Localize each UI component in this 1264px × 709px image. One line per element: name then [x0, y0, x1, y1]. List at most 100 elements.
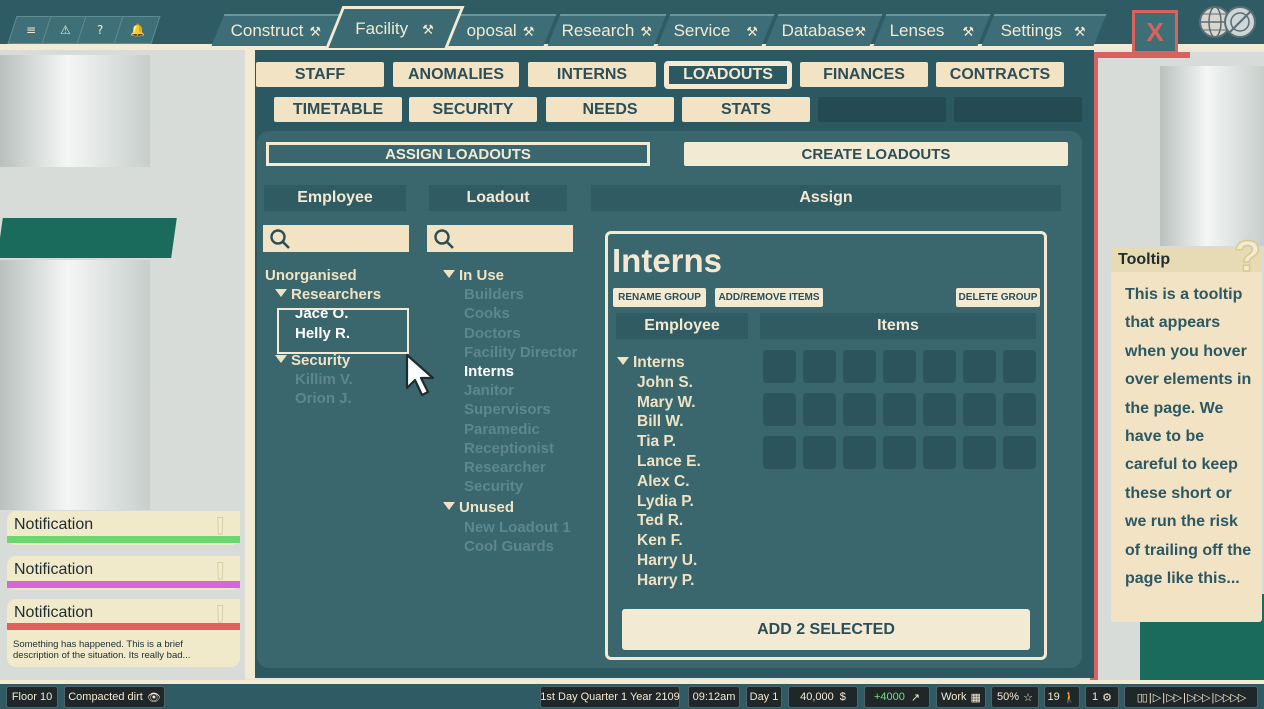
item-slot[interactable] [963, 350, 996, 383]
member-item[interactable]: Harry U. [637, 551, 701, 571]
notification-status-bar [7, 623, 240, 630]
notification-card-expanded[interactable]: Notification ! Something has happened. T… [7, 599, 240, 667]
tab-lenses[interactable]: Lenses ⚒ [873, 14, 991, 46]
item-slot[interactable] [883, 350, 916, 383]
delete-group-button[interactable]: DELETE GROUP [956, 288, 1040, 307]
subtab-anomalies[interactable]: ANOMALIES [393, 62, 519, 87]
loadout-item[interactable]: Cool Guards [464, 537, 577, 556]
member-item[interactable]: John S. [637, 373, 701, 393]
item-slot[interactable] [923, 350, 956, 383]
subtab-timetable[interactable]: TIMETABLE [274, 97, 402, 122]
loadout-group-unused[interactable]: Unused [443, 498, 577, 517]
subtab-loadouts[interactable]: LOADOUTS [664, 61, 792, 89]
warning-icon: ⚠ [59, 23, 71, 37]
subtab-interns[interactable]: INTERNS [528, 62, 656, 87]
rename-group-button[interactable]: RENAME GROUP [613, 288, 706, 307]
member-item[interactable]: Ken F. [637, 531, 701, 551]
loadout-group-in-use[interactable]: In Use [443, 266, 577, 285]
tab-facility-label: Facility [355, 18, 409, 38]
close-button[interactable]: X [1132, 10, 1178, 54]
item-slot[interactable] [803, 436, 836, 469]
tab-settings[interactable]: Settings ⚒ [981, 14, 1107, 46]
hammer-wrench-icon: ⚒ [640, 24, 652, 39]
item-slot[interactable] [883, 436, 916, 469]
loadout-item[interactable]: Supervisors [464, 400, 577, 419]
member-item[interactable]: Bill W. [637, 412, 701, 432]
activity-display[interactable]: Work ▦ [936, 686, 986, 708]
speed-controls[interactable]: ▯▯ | ▷ | ▷▷ | ▷▷▷ | ▷▷▷▷ [1124, 686, 1258, 708]
subtab-staff[interactable]: STAFF [256, 62, 384, 87]
member-item[interactable]: Harry P. [637, 571, 701, 591]
member-group-label: Interns [633, 354, 685, 371]
loadout-item[interactable]: Researcher [464, 458, 577, 477]
item-slot[interactable] [843, 350, 876, 383]
group-security-label: Security [291, 351, 351, 369]
item-slot[interactable] [763, 393, 796, 426]
assign-loadouts-button[interactable]: ASSIGN LOADOUTS [266, 142, 650, 166]
item-slot[interactable] [843, 393, 876, 426]
group-researchers[interactable]: Researchers [265, 285, 381, 304]
loadout-item[interactable]: New Loadout 1 [464, 518, 577, 537]
alert-count-value: 1 [1092, 691, 1099, 703]
loadout-item[interactable]: Receptionist [464, 439, 577, 458]
loadout-item-selected[interactable]: Interns [464, 362, 577, 381]
exclamation-icon: ! [214, 511, 226, 550]
item-slot[interactable] [843, 436, 876, 469]
loadout-item[interactable]: Paramedic [464, 420, 577, 439]
item-slot[interactable] [1003, 436, 1036, 469]
member-item[interactable]: Ted R. [637, 511, 701, 531]
date-display: 1st Day Quarter 1 Year 2109 [540, 686, 680, 708]
item-slot[interactable] [803, 350, 836, 383]
loadout-item[interactable]: Facility Director [464, 343, 577, 362]
item-slot[interactable] [1003, 393, 1036, 426]
notification-card[interactable]: Notification ! [7, 511, 240, 550]
loadout-item[interactable]: Doctors [464, 324, 577, 343]
tab-research[interactable]: Research ⚒ [547, 14, 667, 46]
tab-proposal[interactable]: oposal ⚒ [445, 14, 557, 46]
tab-construct[interactable]: Construct ⚒ [211, 14, 341, 46]
loadout-item[interactable]: Security [464, 477, 577, 496]
notification-card[interactable]: Notification ! [7, 556, 240, 595]
item-slot[interactable] [763, 350, 796, 383]
item-slot[interactable] [923, 436, 956, 469]
loadout-item[interactable]: Janitor [464, 381, 577, 400]
member-item[interactable]: Mary W. [637, 393, 701, 413]
subtab-stats[interactable]: STATS [682, 97, 810, 122]
tab-service[interactable]: Service ⚒ [657, 14, 775, 46]
employee-search-input[interactable] [263, 225, 409, 252]
item-slot[interactable] [763, 436, 796, 469]
globe-compass-icon[interactable] [1198, 4, 1256, 40]
add-remove-items-button[interactable]: ADD/REMOVE ITEMS [715, 288, 823, 307]
subtab-security[interactable]: SECURITY [409, 97, 537, 122]
member-item[interactable]: Alex C. [637, 472, 701, 492]
item-slot[interactable] [963, 436, 996, 469]
subtab-contracts[interactable]: CONTRACTS [936, 62, 1064, 87]
loadout-item[interactable]: Builders [464, 285, 577, 304]
member-group-interns[interactable]: Interns [617, 353, 701, 373]
loadout-item[interactable]: Cooks [464, 304, 577, 323]
employee-item[interactable]: Orion J. [265, 389, 381, 408]
item-slot[interactable] [963, 393, 996, 426]
subtab-needs[interactable]: NEEDS [546, 97, 674, 122]
employee-tree-root[interactable]: Unorganised [265, 266, 381, 285]
tab-database[interactable]: Database⚒ [765, 14, 883, 46]
staff-count-value: 19 [1047, 691, 1060, 703]
employee-item[interactable]: Killim V. [265, 370, 381, 389]
group-researchers-label: Researchers [291, 286, 382, 304]
floor-indicator[interactable]: Floor 10 [6, 686, 58, 708]
selection-box [277, 308, 409, 354]
item-slot[interactable] [883, 393, 916, 426]
member-item[interactable]: Lance E. [637, 452, 701, 472]
group-title: Interns [612, 242, 723, 279]
create-loadouts-button[interactable]: CREATE LOADOUTS [684, 142, 1068, 166]
terrain-indicator[interactable]: Compacted dirt 👁 [64, 686, 165, 708]
loadout-search-input[interactable] [427, 225, 573, 252]
item-slot[interactable] [923, 393, 956, 426]
member-item[interactable]: Tia P. [637, 432, 701, 452]
member-item[interactable]: Lydia P. [637, 492, 701, 512]
tab-facility[interactable]: Facility ⚒ [325, 6, 465, 48]
add-selected-button[interactable]: ADD 2 SELECTED [622, 609, 1030, 650]
item-slot[interactable] [803, 393, 836, 426]
item-slot[interactable] [1003, 350, 1036, 383]
subtab-finances[interactable]: FINANCES [800, 62, 928, 87]
